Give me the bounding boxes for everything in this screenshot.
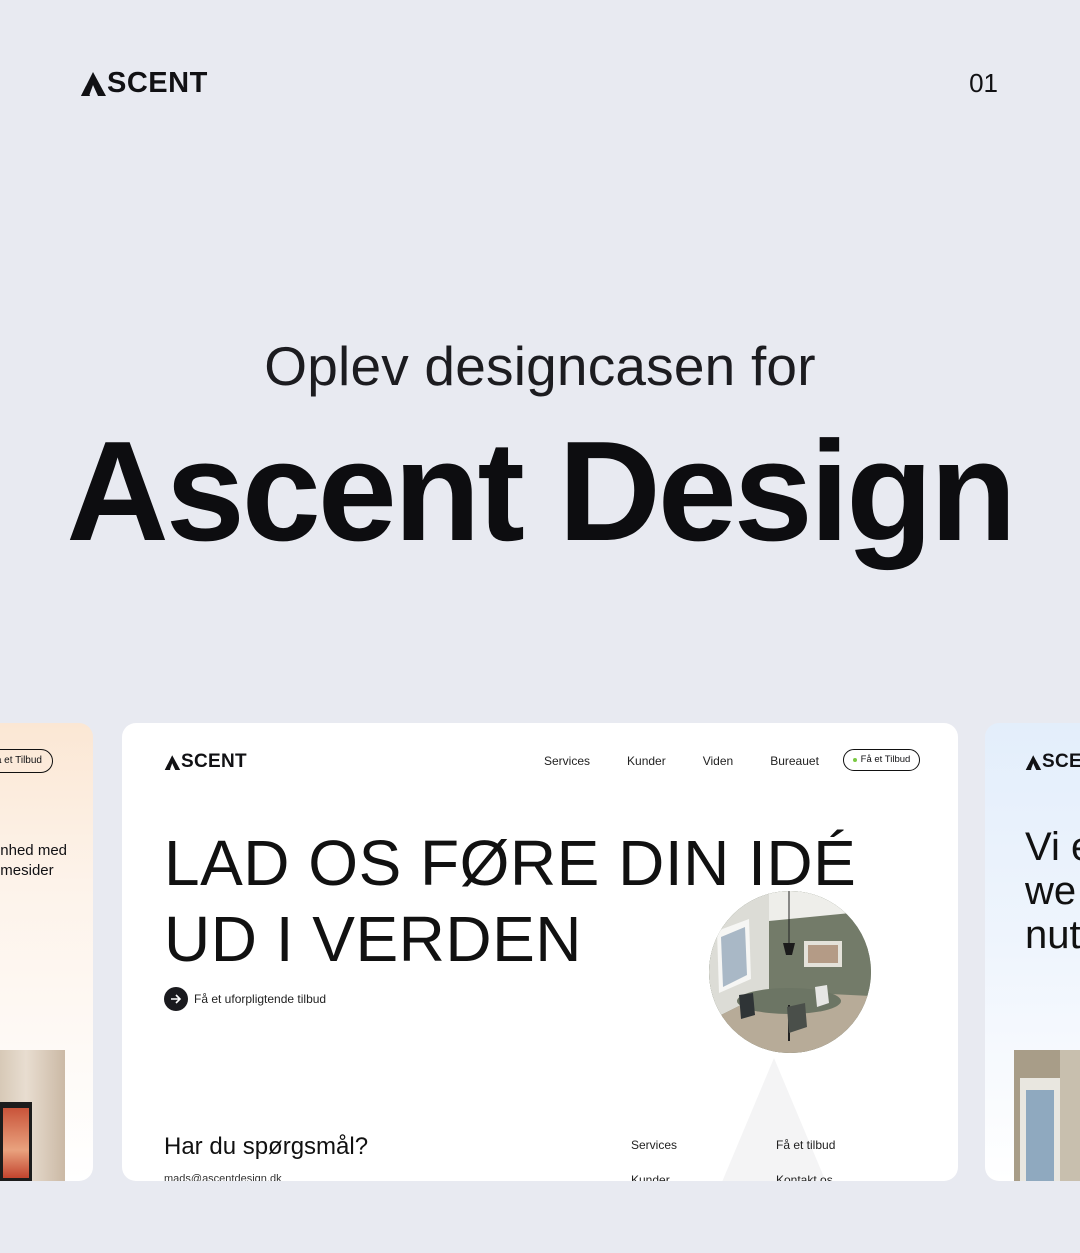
nav-item-viden[interactable]: Viden: [703, 753, 733, 769]
nav-item-kunder[interactable]: Kunder: [627, 753, 666, 769]
logo-mark-icon: [81, 72, 106, 96]
nav-item-services[interactable]: Services: [544, 753, 590, 769]
footer-link-kunder[interactable]: Kunder: [631, 1163, 677, 1181]
footer-email-link[interactable]: mads@ascentdesign.dk: [164, 1173, 282, 1181]
logo-mark-icon: [1025, 755, 1042, 770]
headline-title: Ascent Design: [66, 412, 1016, 571]
office-photo-illustration: [709, 891, 871, 1053]
get-quote-button[interactable]: Få et Tilbud: [843, 749, 920, 771]
left-preview-card[interactable]: å et Tilbud nhed med mesider: [0, 723, 93, 1181]
footer-link-get-quote[interactable]: Få et tilbud: [776, 1128, 835, 1163]
free-quote-label: Få et uforpligtende tilbud: [194, 992, 327, 1006]
arrow-right-icon: [164, 987, 188, 1011]
right-hero-line: nut: [1025, 913, 1080, 957]
right-hero-line: we: [1025, 869, 1077, 913]
right-hero-line: Vi e: [1025, 825, 1080, 869]
right-preview-card[interactable]: SCE Vi e we nut: [985, 723, 1080, 1181]
site-logo[interactable]: SCENT: [164, 751, 247, 773]
nav-item-bureauet[interactable]: Bureauet: [770, 753, 819, 769]
site-logo-text: SCENT: [181, 751, 247, 772]
office-photo: [709, 891, 871, 1053]
right-card-logo: SCE: [1025, 751, 1080, 773]
framed-art: [0, 1102, 32, 1181]
left-card-cta-button[interactable]: å et Tilbud: [0, 749, 53, 773]
left-card-text-line: nhed med: [0, 842, 67, 859]
site-nav: Services Kunder Viden Bureauet: [544, 753, 856, 769]
hero-line: LAD OS FØRE DIN IDÉ: [164, 827, 857, 899]
left-card-text-line: mesider: [0, 862, 54, 879]
status-dot-icon: [852, 758, 857, 762]
footer-col-1: Services Kunder: [631, 1128, 677, 1181]
footer-question: Har du spørgsmål?: [164, 1133, 369, 1160]
footer-col-2: Få et tilbud Kontakt os: [776, 1128, 835, 1181]
headline-subtitle: Oplev designcasen for: [264, 335, 816, 397]
right-card-hero: Vi e we nut: [1025, 825, 1080, 957]
brand-logo[interactable]: SCENT: [80, 66, 208, 100]
window-photo-illustration: [1014, 1050, 1080, 1181]
right-card-photo: [1014, 1050, 1080, 1181]
right-card-logo-text: SCE: [1042, 751, 1080, 772]
footer-link-contact[interactable]: Kontakt os: [776, 1163, 835, 1181]
get-quote-label: Få et Tilbud: [860, 754, 911, 765]
free-quote-link[interactable]: Få et uforpligtende tilbud: [164, 987, 326, 1011]
left-card-text: nhed med mesider: [0, 841, 67, 881]
brand-logo-text: SCENT: [107, 66, 208, 99]
footer-link-services[interactable]: Services: [631, 1128, 677, 1163]
logo-mark-icon: [164, 755, 181, 770]
left-card-photo: [0, 1050, 65, 1181]
website-preview-card: SCENT Services Kunder Viden Bureauet Få …: [122, 723, 958, 1181]
page-number: 01: [969, 68, 998, 98]
